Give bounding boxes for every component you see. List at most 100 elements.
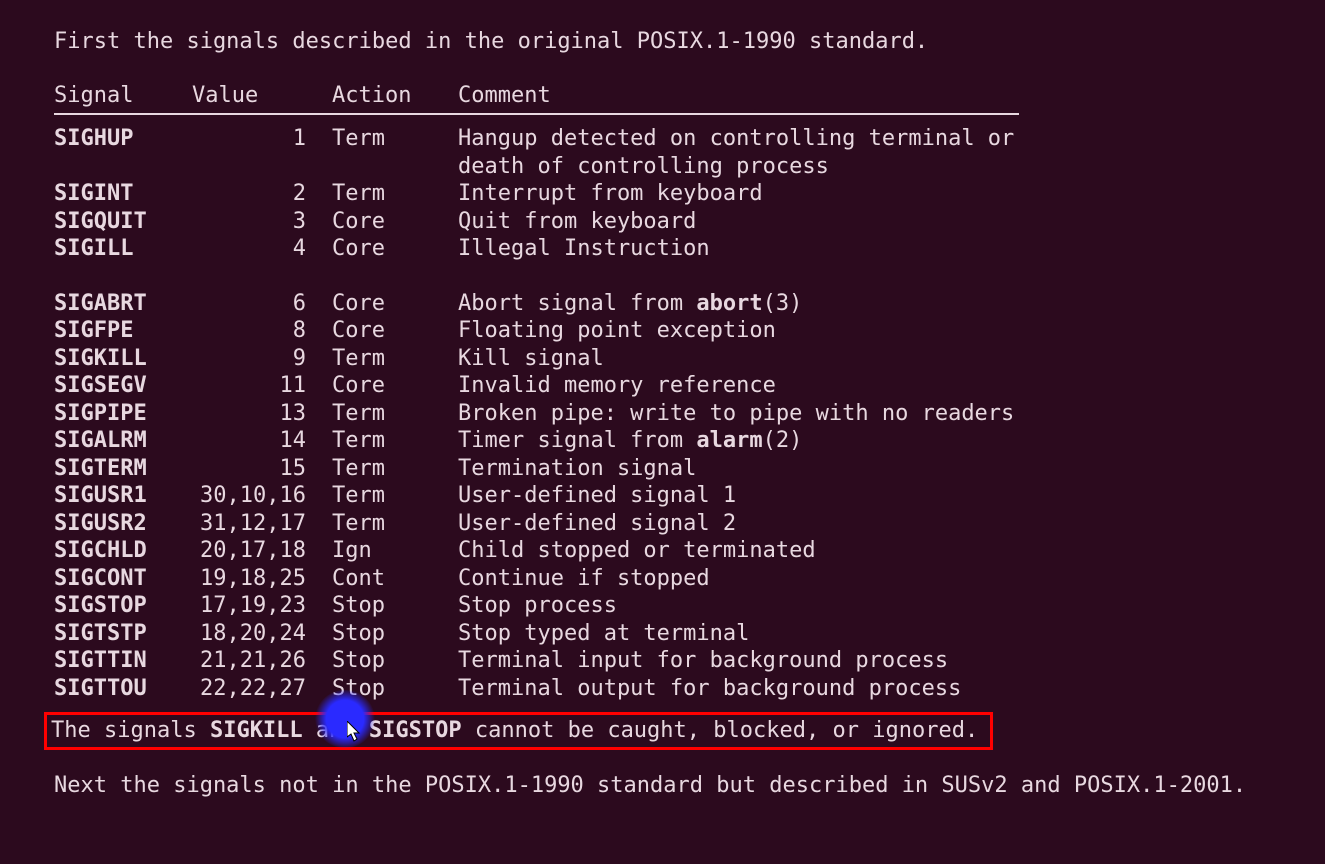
signal-comment: Quit from keyboard xyxy=(458,208,1018,236)
signal-comment: Child stopped or terminated xyxy=(458,537,1018,565)
signal-value: 15 xyxy=(192,455,332,483)
signal-name: SIGTTIN xyxy=(54,647,192,675)
signal-action: Cont xyxy=(332,565,458,593)
signal-action: Stop xyxy=(332,675,458,703)
next-section-text: Next the signals not in the POSIX.1-1990… xyxy=(54,772,1325,800)
signal-name: SIGTSTP xyxy=(54,620,192,648)
signal-name: SIGALRM xyxy=(54,427,192,455)
table-row: SIGTTOU22,22,27StopTerminal output for b… xyxy=(54,675,1304,703)
table-row: SIGSEGV11CoreInvalid memory reference xyxy=(54,372,1304,400)
signal-comment: User-defined signal 2 xyxy=(458,510,1018,538)
signal-comment: Timer signal from alarm(2) xyxy=(458,427,1018,455)
table-row: SIGQUIT3CoreQuit from keyboard xyxy=(54,208,1304,236)
signal-comment: Abort signal from abort(3) xyxy=(458,290,1018,318)
signal-value: 13 xyxy=(192,400,332,428)
signal-name: SIGCHLD xyxy=(54,537,192,565)
note-mid: and xyxy=(303,718,369,743)
table-row: SIGABRT6CoreAbort signal from abort(3) xyxy=(54,290,1304,318)
signal-comment: Terminal output for background process xyxy=(458,675,1018,703)
signal-comment: Terminal input for background process xyxy=(458,647,1018,675)
signal-comment: Stop typed at terminal xyxy=(458,620,1018,648)
table-row: SIGUSR130,10,16TermUser-defined signal 1 xyxy=(54,482,1304,510)
man-ref: abort xyxy=(696,291,762,316)
header-comment: Comment xyxy=(458,82,1019,110)
signal-value: 20,17,18 xyxy=(192,537,332,565)
signal-action: Term xyxy=(332,427,458,455)
signal-value: 9 xyxy=(192,345,332,373)
signal-action: Core xyxy=(332,235,458,263)
signal-name: SIGTTOU xyxy=(54,675,192,703)
table-row: SIGHUP1TermHangup detected on controllin… xyxy=(54,125,1304,180)
table-row: SIGCONT19,18,25ContContinue if stopped xyxy=(54,565,1304,593)
signal-action: Ign xyxy=(332,537,458,565)
table-row: SIGTERM15TermTermination signal xyxy=(54,455,1304,483)
signal-name: SIGKILL xyxy=(54,345,192,373)
table-row: SIGKILL9TermKill signal xyxy=(54,345,1304,373)
table-row: SIGCHLD20,17,18IgnChild stopped or termi… xyxy=(54,537,1304,565)
signal-name: SIGHUP xyxy=(54,125,192,153)
signal-comment: Broken pipe: write to pipe with no reade… xyxy=(458,400,1018,428)
signal-comment: Invalid memory reference xyxy=(458,372,1018,400)
signal-name: SIGFPE xyxy=(54,317,192,345)
table-row: SIGTTIN21,21,26StopTerminal input for ba… xyxy=(54,647,1304,675)
table-row: SIGALRM14TermTimer signal from alarm(2) xyxy=(54,427,1304,455)
signal-comment: Illegal Instruction xyxy=(458,235,1018,263)
signal-action: Term xyxy=(332,125,458,153)
signal-comment: Termination signal xyxy=(458,455,1018,483)
header-action: Action xyxy=(332,82,458,110)
signal-value: 18,20,24 xyxy=(192,620,332,648)
signal-action: Term xyxy=(332,455,458,483)
signal-name: SIGUSR1 xyxy=(54,482,192,510)
signal-action: Term xyxy=(332,345,458,373)
table-row: SIGTSTP18,20,24StopStop typed at termina… xyxy=(54,620,1304,648)
signal-action: Stop xyxy=(332,620,458,648)
signal-action: Core xyxy=(332,372,458,400)
signal-value: 21,21,26 xyxy=(192,647,332,675)
signal-name: SIGTERM xyxy=(54,455,192,483)
signal-action: Core xyxy=(332,208,458,236)
signal-name: SIGABRT xyxy=(54,290,192,318)
man-ref: alarm xyxy=(696,428,762,453)
signal-action: Core xyxy=(332,317,458,345)
signal-value: 17,19,23 xyxy=(192,592,332,620)
signal-value: 4 xyxy=(192,235,332,263)
note-post: cannot be caught, blocked, or ignored. xyxy=(462,718,979,743)
table-row: SIGILL4CoreIllegal Instruction xyxy=(54,235,1304,263)
header-signal: Signal xyxy=(54,82,192,110)
signal-comment: Stop process xyxy=(458,592,1018,620)
signal-action: Stop xyxy=(332,592,458,620)
signal-name: SIGCONT xyxy=(54,565,192,593)
note-pre: The signals xyxy=(51,718,210,743)
signal-name: SIGUSR2 xyxy=(54,510,192,538)
signal-value: 1 xyxy=(192,125,332,153)
signal-action: Term xyxy=(332,510,458,538)
signal-name: SIGPIPE xyxy=(54,400,192,428)
signal-name: SIGSEGV xyxy=(54,372,192,400)
signal-comment: User-defined signal 1 xyxy=(458,482,1018,510)
signal-value: 14 xyxy=(192,427,332,455)
signal-action: Term xyxy=(332,400,458,428)
table-row: SIGINT2TermInterrupt from keyboard xyxy=(54,180,1304,208)
table-row: SIGUSR231,12,17TermUser-defined signal 2 xyxy=(54,510,1304,538)
signal-name: SIGSTOP xyxy=(54,592,192,620)
highlighted-note: The signals SIGKILL and SIGSTOP cannot b… xyxy=(44,712,993,750)
table-row: SIGFPE8CoreFloating point exception xyxy=(54,317,1304,345)
signal-value: 11 xyxy=(192,372,332,400)
signal-comment: Continue if stopped xyxy=(458,565,1018,593)
note-sigstop: SIGSTOP xyxy=(369,718,462,743)
signal-name: SIGQUIT xyxy=(54,208,192,236)
signal-name: SIGINT xyxy=(54,180,192,208)
header-value: Value xyxy=(192,82,332,110)
signal-value: 31,12,17 xyxy=(192,510,332,538)
signal-value: 6 xyxy=(192,290,332,318)
signal-action: Term xyxy=(332,180,458,208)
note-sigkill: SIGKILL xyxy=(210,718,303,743)
signal-action: Core xyxy=(332,290,458,318)
signal-name: SIGILL xyxy=(54,235,192,263)
signal-table-body: SIGHUP1TermHangup detected on controllin… xyxy=(54,125,1325,702)
signal-value: 3 xyxy=(192,208,332,236)
table-row: SIGPIPE13TermBroken pipe: write to pipe … xyxy=(54,400,1304,428)
signal-comment: Floating point exception xyxy=(458,317,1018,345)
signal-action: Term xyxy=(332,482,458,510)
signal-comment: Kill signal xyxy=(458,345,1018,373)
